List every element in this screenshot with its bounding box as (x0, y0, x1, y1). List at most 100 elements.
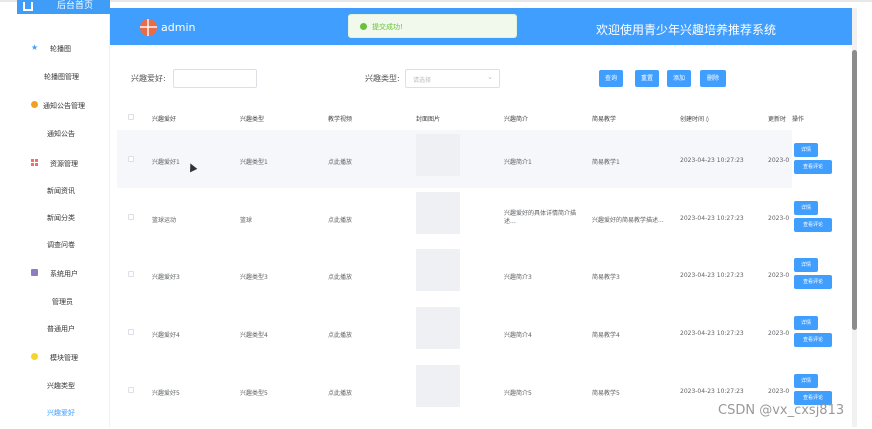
row-checkbox[interactable] (128, 214, 134, 220)
hobby-filter-input[interactable] (173, 69, 257, 88)
teach-cell: 简易教学3 (592, 274, 620, 281)
sidebar-item-label: 通知公告管理 (43, 102, 85, 110)
intro-cell: 兴趣简介4 (504, 332, 532, 339)
scrollbar-thumb[interactable] (852, 50, 857, 330)
teach-cell: 简易教学4 (592, 332, 620, 339)
updated-time-cell: 2023-0 (768, 330, 790, 337)
select-all-checkbox[interactable] (128, 114, 134, 120)
top-header: admin 提交成功! 欢迎使用青少年兴趣培养推荐系统 (110, 8, 852, 45)
avatar[interactable] (140, 19, 157, 36)
search-button[interactable]: 查询 (599, 70, 623, 87)
view-comments-button[interactable]: 查看评论 (794, 275, 832, 289)
detail-button[interactable]: 详情 (794, 201, 818, 215)
hobby-cell: 兴趣爱好5 (152, 390, 180, 397)
sidebar-item-label: 通知公告 (47, 130, 75, 138)
column-header: 兴趣简介 (504, 116, 529, 123)
detail-button[interactable]: 详情 (794, 316, 818, 330)
column-header: 操作 (792, 116, 805, 123)
toast-message: 提交成功! (372, 23, 403, 31)
delete-button[interactable]: 删除 (700, 70, 726, 87)
hobby-cell: 篮球运动 (152, 217, 177, 224)
detail-button[interactable]: 详情 (794, 374, 818, 388)
column-header[interactable]: 创建时间 ◊ (680, 114, 709, 123)
updated-time-cell: 2023-0 (768, 215, 790, 222)
reset-button[interactable]: 重置 (635, 70, 659, 87)
sidebar-item-label: 普通用户 (47, 325, 75, 333)
add-button[interactable]: 添加 (667, 70, 691, 87)
row-checkbox[interactable] (128, 156, 134, 162)
sidebar-item-label: 新闻分类 (47, 214, 75, 222)
operation-cell (792, 130, 846, 188)
type-filter-placeholder: 请选择 (413, 77, 432, 84)
sidebar-item-label: 调查问卷 (47, 241, 75, 249)
type-cell: 兴趣类型3 (240, 274, 268, 281)
video-play-link[interactable]: 点此播放 (328, 272, 352, 281)
sidebar: 后台首页 ★ 轮播图 轮播图管理 通知公告管理 通知公告 资源管理 新闻资讯 新闻分类 调查问卷… (17, 0, 110, 427)
view-comments-button[interactable]: 查看评论 (794, 218, 832, 232)
type-cell: 兴趣类型5 (240, 390, 268, 397)
table-row[interactable]: 兴趣爱好1 兴趣类型1 点此播放 兴趣简介1 简易教学1 2023-04-23 10:27… (117, 130, 846, 188)
sidebar-home-link[interactable]: 后台首页 (17, 0, 110, 14)
video-play-link[interactable]: 点此播放 (328, 388, 352, 397)
column-header: 更新时 (768, 116, 787, 123)
chevron-down-icon: ⌄ (487, 73, 493, 81)
view-comments-button[interactable]: 查看评论 (794, 333, 832, 347)
hobby-cell: 兴趣爱好3 (152, 274, 180, 281)
sidebar-item-label: 轮播图 (50, 45, 71, 53)
updated-time-cell: 2023-0 (768, 272, 790, 279)
column-header: 兴趣爱好 (152, 116, 177, 123)
created-time-cell: 2023-04-23 10:27:23 (680, 272, 744, 279)
window-top-border (0, 0, 872, 2)
created-time-cell: 2023-04-23 10:27:23 (680, 215, 744, 222)
hobby-cell: 兴趣爱好1 (152, 159, 180, 166)
column-header: 兴趣类型 (240, 116, 265, 123)
row-checkbox[interactable] (128, 387, 134, 393)
system-title: 欢迎使用青少年兴趣培养推荐系统 (596, 23, 777, 37)
server-icon (31, 269, 38, 276)
teach-cell: 简易教学5 (592, 390, 620, 397)
home-icon (23, 2, 33, 11)
table-row[interactable]: 兴趣爱好3 兴趣类型3 点此播放 兴趣简介3 简易教学3 2023-04-23 10:27… (117, 245, 846, 303)
sidebar-item-label: 兴趣爱好 (47, 409, 75, 417)
operation-cell (792, 245, 846, 303)
created-time-cell: 2023-04-23 10:27:23 (680, 388, 744, 395)
sidebar-item-label: 资源管理 (50, 160, 78, 168)
sidebar-item-label: 兴趣类型 (47, 382, 75, 390)
hobby-filter-label: 兴趣爱好: (131, 74, 166, 83)
type-filter-label: 兴趣类型: (365, 74, 400, 83)
intro-cell: 兴趣简介1 (504, 159, 532, 166)
cover-image (416, 307, 460, 349)
success-toast: 提交成功! (348, 14, 517, 38)
detail-button[interactable]: 详情 (794, 258, 818, 272)
dot-yellow-icon (31, 353, 38, 360)
detail-button[interactable]: 详情 (794, 143, 818, 157)
table-row[interactable]: 兴趣爱好4 兴趣类型4 点此播放 兴趣简介4 简易教学4 2023-04-23 10:27… (117, 303, 846, 361)
type-filter-select[interactable]: 请选择 ⌄ (405, 69, 500, 88)
check-circle-icon (360, 23, 367, 30)
type-cell: 兴趣类型4 (240, 332, 268, 339)
created-time-cell: 2023-04-23 10:27:23 (680, 157, 744, 164)
type-cell: 兴趣类型1 (240, 159, 268, 166)
admin-name: admin (161, 21, 196, 34)
sidebar-item-label: 系统用户 (50, 270, 78, 278)
view-comments-button[interactable]: 查看评论 (794, 160, 832, 174)
column-header: 简易教学 (592, 116, 617, 123)
sidebar-item-label: 管理员 (52, 298, 73, 306)
sidebar-item-label: 新闻资讯 (47, 187, 75, 195)
table-row[interactable]: 篮球运动 篮球 点此播放 兴趣爱好的具体详情简介描述... 兴趣爱好的简易教学描述...… (117, 188, 846, 246)
row-checkbox[interactable] (128, 329, 134, 335)
grid-icon (31, 159, 38, 166)
video-play-link[interactable]: 点此播放 (328, 157, 352, 166)
updated-time-cell: 2023-0 (768, 157, 790, 164)
row-checkbox[interactable] (128, 271, 134, 277)
video-play-link[interactable]: 点此播放 (328, 215, 352, 224)
sidebar-item-label: 轮播图管理 (44, 73, 79, 81)
operation-cell (792, 188, 846, 246)
created-time-cell: 2023-04-23 10:27:23 (680, 330, 744, 337)
video-play-link[interactable]: 点此播放 (328, 330, 352, 339)
watermark: CSDN @vx_cxsj813 (718, 403, 845, 418)
cover-image (416, 192, 460, 234)
cover-image (416, 249, 460, 291)
teach-cell: 兴趣爱好的简易教学描述... (592, 217, 664, 224)
dot-orange-icon (31, 101, 38, 108)
